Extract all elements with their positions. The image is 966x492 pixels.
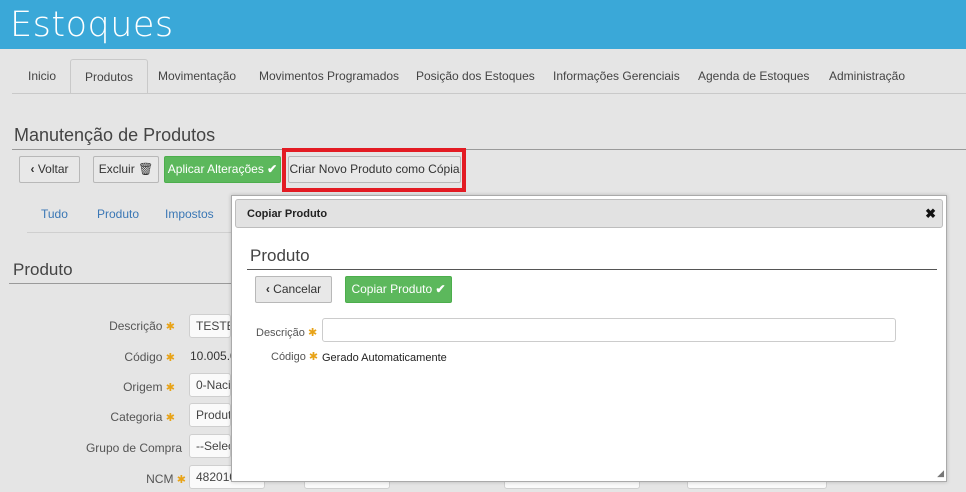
- form-section-title: Produto: [13, 260, 73, 279]
- page-title: Manutenção de Produtos: [14, 125, 216, 145]
- codigo-label: Código ✱: [124, 350, 175, 364]
- categoria-select[interactable]: Produto: [189, 403, 231, 427]
- modal-section-title: Produto: [250, 246, 310, 265]
- tab-movimentos-programados[interactable]: Movimentos Programados: [245, 59, 413, 94]
- modal-descricao-input[interactable]: [322, 318, 896, 342]
- copy-product-modal: Copiar Produto ✖ Produto ‹ Cancelar Copi…: [231, 195, 947, 482]
- grupo-compra-select[interactable]: --Selec: [189, 434, 231, 458]
- highlight-box: [282, 148, 466, 192]
- origem-label: Origem ✱: [123, 380, 175, 394]
- app-header: Estoques: [0, 0, 966, 49]
- app-title: Estoques: [10, 5, 174, 45]
- title-divider: [12, 149, 966, 150]
- tab-produtos[interactable]: Produtos: [70, 59, 149, 94]
- cancel-button[interactable]: ‹ Cancelar: [255, 276, 332, 303]
- required-icon: ✱: [165, 382, 175, 394]
- tab-movimentacao[interactable]: Movimentação: [144, 59, 250, 94]
- subtab-impostos[interactable]: Impostos: [165, 207, 214, 221]
- descricao-label: Descrição ✱: [109, 319, 175, 333]
- check-icon: ✔: [435, 282, 446, 296]
- subtab-produto[interactable]: Produto: [97, 207, 139, 221]
- required-icon: ✱: [165, 321, 175, 333]
- nav-divider: [12, 93, 966, 94]
- modal-codigo-value: Gerado Automaticamente: [322, 352, 447, 364]
- codigo-value: 10.005.0: [190, 349, 237, 363]
- trash-icon: 🗑: [138, 162, 154, 176]
- delete-button[interactable]: Excluir 🗑: [93, 156, 159, 183]
- tab-agenda-estoques[interactable]: Agenda de Estoques: [684, 59, 823, 94]
- tab-posicao-estoques[interactable]: Posição dos Estoques: [402, 59, 549, 94]
- modal-title: Copiar Produto: [247, 208, 328, 220]
- subtab-divider: [27, 232, 231, 233]
- required-icon: ✱: [165, 352, 175, 364]
- required-icon: ✱: [165, 412, 175, 424]
- modal-header: Copiar Produto ✖: [235, 199, 943, 228]
- tab-administracao[interactable]: Administração: [815, 59, 919, 94]
- main-nav: Inicio Produtos Movimentação Movimentos …: [0, 49, 966, 94]
- required-icon: ✱: [307, 327, 318, 339]
- confirm-copy-button[interactable]: Copiar Produto ✔: [345, 276, 452, 303]
- back-button[interactable]: ‹ Voltar: [19, 156, 80, 183]
- categoria-label: Categoria ✱: [110, 410, 175, 424]
- chevron-left-icon: ‹: [30, 162, 35, 176]
- grupo-compra-label: Grupo de Compra: [85, 441, 182, 455]
- descricao-field[interactable]: TESTE: [189, 314, 231, 338]
- ncm-label: NCM ✱: [146, 472, 186, 486]
- modal-descricao-label: Descrição ✱: [256, 327, 318, 339]
- tab-inicio[interactable]: Inicio: [14, 59, 70, 94]
- required-icon: ✱: [308, 351, 319, 363]
- modal-codigo-label: Código ✱: [271, 351, 319, 363]
- origem-select[interactable]: 0-Nacio: [189, 373, 231, 397]
- check-icon: ✔: [267, 162, 278, 176]
- form-divider: [9, 283, 231, 284]
- tab-informacoes-gerenciais[interactable]: Informações Gerenciais: [539, 59, 694, 94]
- required-icon: ✱: [176, 474, 186, 486]
- close-icon[interactable]: ✖: [925, 206, 936, 222]
- modal-divider: [247, 269, 937, 270]
- resize-handle-icon[interactable]: ◢: [937, 468, 944, 479]
- subtab-tudo[interactable]: Tudo: [41, 207, 68, 221]
- chevron-left-icon: ‹: [265, 282, 270, 296]
- apply-changes-button[interactable]: Aplicar Alterações ✔: [164, 156, 281, 183]
